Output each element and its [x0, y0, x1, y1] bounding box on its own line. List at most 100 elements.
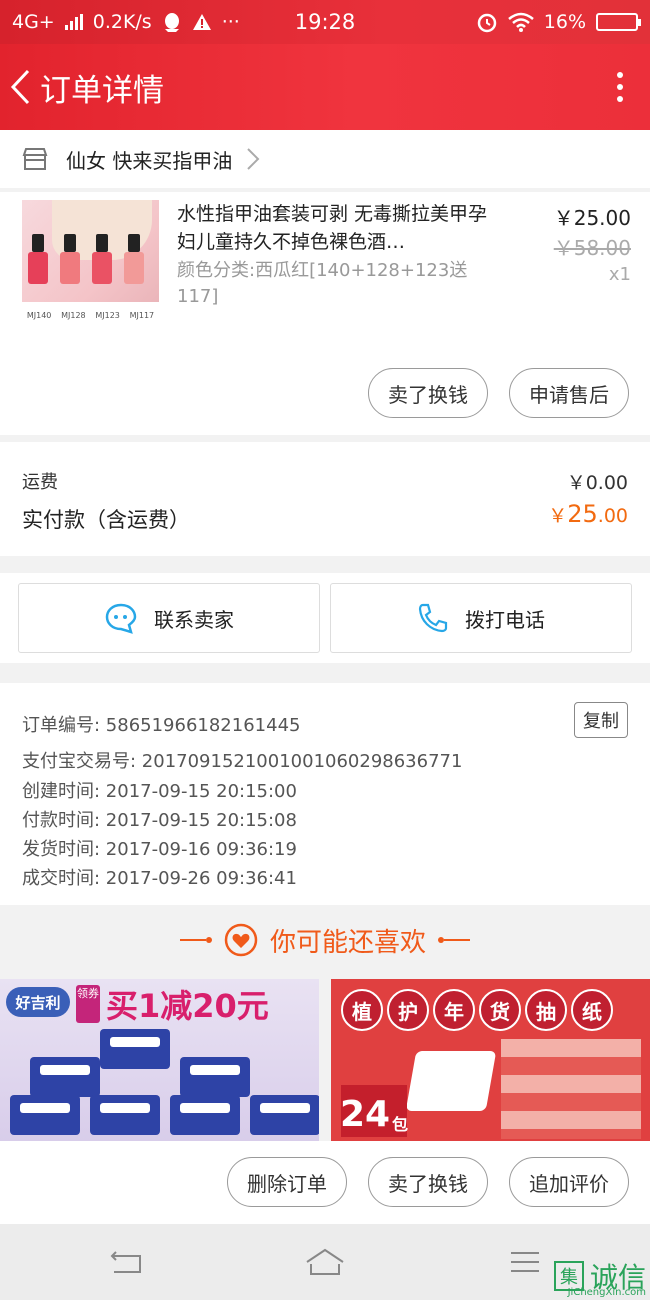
tissue-pack [10, 1095, 80, 1135]
shipped-time: 发货时间: 2017-09-16 09:36:19 [22, 839, 297, 860]
bottle [124, 252, 144, 284]
system-nav-bar: 集 诚信 JiChengXin.com [0, 1224, 650, 1300]
signal-icon [64, 14, 83, 30]
qq-icon [164, 13, 179, 32]
recommend-item-tissue-left[interactable]: 好吉利 领券 买1减20元 [0, 979, 319, 1141]
promo-text: 买1减20元 [106, 987, 269, 1025]
add-review-button[interactable]: 追加评价 [509, 1157, 629, 1207]
paid-integer: 25 [567, 500, 598, 528]
created-time: 创建时间: 2017-09-15 20:15:00 [22, 781, 297, 802]
slogan-char: 货 [479, 989, 521, 1031]
brand-logo: 好吉利 [6, 987, 70, 1017]
alarm-icon [477, 13, 497, 33]
divider-left [179, 937, 212, 943]
back-nav-icon [110, 1251, 141, 1273]
slogan: 植 护 年 货 抽 纸 [341, 989, 613, 1031]
bottle-cap [32, 234, 44, 252]
quantity: x1 [608, 264, 631, 285]
bottle-cap [96, 234, 108, 252]
status-right: 16% [476, 11, 641, 33]
shop-name: 仙女 快来买指甲油 [66, 148, 233, 173]
delete-order-button[interactable]: 删除订单 [227, 1157, 347, 1207]
chevron-right-icon [247, 148, 260, 170]
shipping-label: 运费 [22, 472, 58, 493]
copy-button[interactable]: 复制 [574, 702, 628, 738]
product-title[interactable]: 水性指甲油套装可剥 无毒撕拉美甲孕妇儿童持久不掉色裸色酒… [177, 200, 497, 256]
phone-icon [418, 603, 448, 633]
dot [617, 72, 623, 78]
pack-rows [501, 1039, 641, 1139]
original-price: ￥58.00 [553, 236, 631, 260]
pack-count-unit: 包 [392, 1115, 409, 1134]
fee-summary: 运费 ￥0.00 实付款（含运费） ￥25.00 [0, 442, 650, 556]
shop-row[interactable]: 仙女 快来买指甲油 [0, 130, 650, 188]
recommend-header: 你可能还喜欢 [0, 905, 650, 975]
contact-seller-label: 联系卖家 [154, 607, 234, 632]
menu-nav-button[interactable] [505, 1242, 545, 1282]
paid-time: 付款时间: 2017-09-15 20:15:08 [22, 810, 297, 831]
warning-icon [192, 14, 211, 30]
paid-amount: ￥25.00 [548, 500, 628, 528]
bottom-action-bar: 删除订单 卖了换钱 追加评价 [0, 1141, 650, 1224]
bottle [92, 252, 112, 284]
home-nav-button[interactable] [305, 1242, 345, 1282]
more-notifications-icon: ··· [221, 11, 240, 33]
slogan-char: 抽 [525, 989, 567, 1031]
recommend-item-tissue-right[interactable]: 植 护 年 货 抽 纸 24 包 [331, 979, 650, 1141]
call-phone-label: 拨打电话 [465, 607, 545, 632]
bottle-cap [128, 234, 140, 252]
watermark-url: JiChengXin.com [567, 1287, 646, 1298]
paid-label: 实付款（含运费） [22, 508, 190, 532]
alipay-trade-number: 支付宝交易号: 2017091521001001060298636771 [22, 751, 463, 772]
title-bar: 订单详情 [0, 44, 650, 130]
shipping-value: ￥0.00 [566, 472, 628, 494]
contact-seller-button[interactable]: 联系卖家 [18, 583, 320, 653]
bottle [28, 252, 48, 284]
slogan-char: 年 [433, 989, 475, 1031]
tissue-pack [180, 1057, 250, 1097]
resell-button[interactable]: 卖了换钱 [368, 368, 488, 418]
more-menu-button[interactable] [590, 44, 650, 130]
watermark: 集 诚信 JiChengXin.com [553, 1256, 646, 1298]
slogan-char: 植 [341, 989, 383, 1031]
pack-count: 24 包 [339, 1085, 409, 1137]
back-nav-button[interactable] [106, 1242, 146, 1282]
tissue-paper [405, 1051, 497, 1111]
page-title: 订单详情 [40, 72, 164, 109]
bottle-cap [64, 234, 76, 252]
dot [617, 96, 623, 102]
product-card: MJ140 MJ128 MJ123 MJ117 水性指甲油套装可剥 无毒撕拉美甲… [0, 192, 650, 435]
thumb-label: MJ123 [95, 310, 120, 320]
dot [617, 84, 623, 90]
tissue-pack [90, 1095, 160, 1135]
network-type: 4G+ [12, 11, 55, 33]
resell-button-bottom[interactable]: 卖了换钱 [368, 1157, 488, 1207]
tissue-pack [250, 1095, 319, 1135]
contact-section: 联系卖家 拨打电话 [0, 573, 650, 663]
wifi-icon [507, 12, 534, 32]
product-image[interactable]: MJ140 MJ128 MJ123 MJ117 [22, 200, 159, 328]
order-number: 订单编号: 58651966182161445 [22, 715, 301, 736]
home-icon [306, 1248, 344, 1275]
product-sku: 颜色分类:西瓜红[140+128+123送117] [177, 260, 468, 307]
tissue-pack [170, 1095, 240, 1135]
thumb-label: MJ128 [61, 310, 86, 320]
product-price: ￥25.00 [553, 206, 631, 230]
thumb-label: MJ140 [26, 310, 52, 320]
pack-count-number: 24 [339, 1094, 391, 1135]
status-left: 4G+ 0.2K/s ··· [12, 11, 240, 33]
network-speed: 0.2K/s [92, 11, 152, 33]
heart-icon [224, 923, 258, 957]
recommend-title: 你可能还喜欢 [269, 927, 426, 958]
clock: 19:28 [294, 10, 356, 34]
back-button[interactable] [0, 44, 40, 130]
paid-decimal: .00 [597, 505, 628, 527]
call-phone-button[interactable]: 拨打电话 [330, 583, 632, 653]
chat-bubble-icon [105, 603, 137, 634]
after-sale-button[interactable]: 申请售后 [509, 368, 629, 418]
bottle [60, 252, 80, 284]
battery-icon [596, 13, 641, 31]
slogan-char: 纸 [571, 989, 613, 1031]
menu-icon [511, 1252, 539, 1272]
chevron-left-icon [10, 69, 30, 105]
